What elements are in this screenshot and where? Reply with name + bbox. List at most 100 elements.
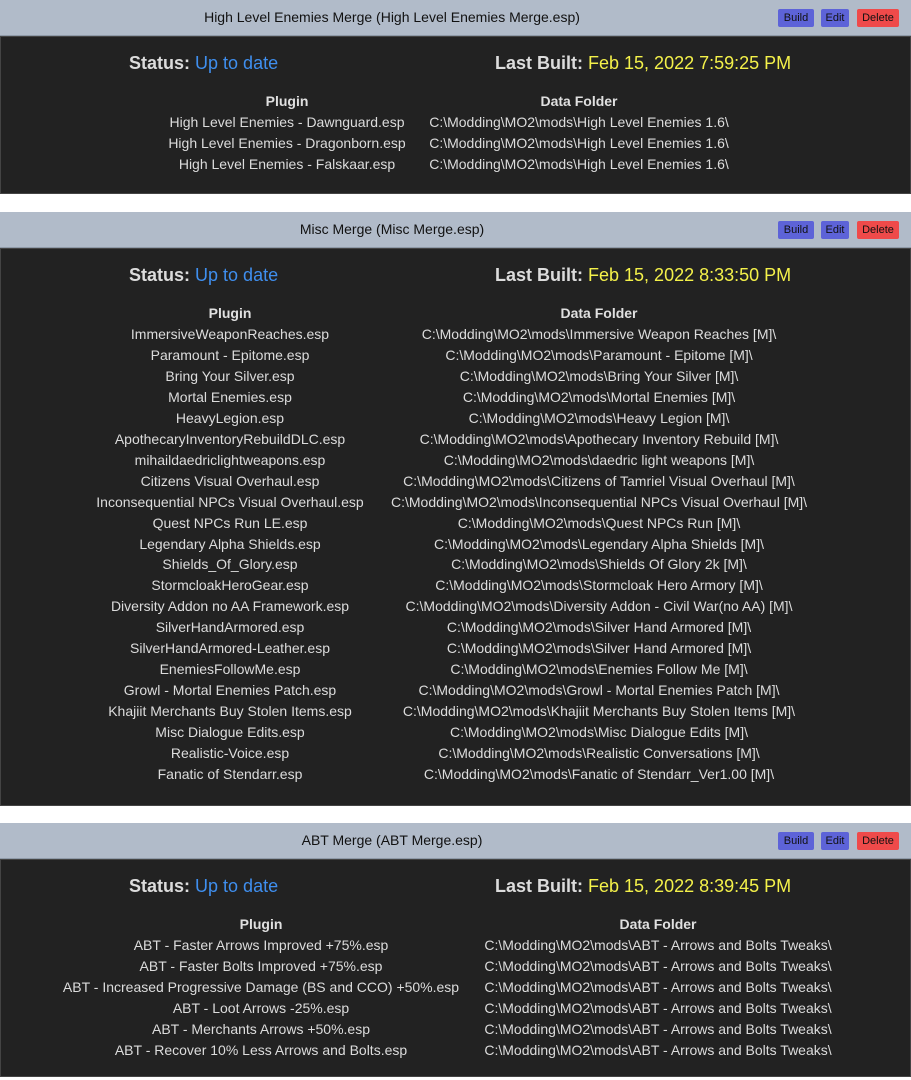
last-built-value: Feb 15, 2022 7:59:25 PM: [588, 53, 792, 73]
plugin-cell: High Level Enemies - Falskaar.esp: [178, 155, 396, 172]
merge-header: High Level Enemies Merge (High Level Ene…: [0, 0, 911, 36]
last-built-label: Last Built: Feb 15, 2022 7:59:25 PM: [495, 53, 791, 74]
data-folder-column-header: Data Folder: [619, 916, 697, 932]
merge-panel: ABT Merge (ABT Merge.esp) Build Edit Delete…: [0, 823, 911, 1077]
last-built-label-text: Last Built:: [495, 876, 583, 896]
plugin-column-header: Plugin: [265, 93, 309, 109]
status-value: Up to date: [195, 53, 279, 73]
data-folder-cell: C:\Modding\MO2\mods\Legendary Alpha Shie…: [434, 535, 764, 552]
data-folder-cell: C:\Modding\MO2\mods\ABT - Arrows and Bol…: [484, 1041, 832, 1058]
data-folder-cell: C:\Modding\MO2\mods\Growl - Mortal Enemi…: [418, 682, 780, 699]
plugin-cell: Shields_Of_Glory.esp: [162, 556, 298, 573]
plugin-cell: HeavyLegion.esp: [175, 409, 285, 426]
plugin-cell: Bring Your Silver.esp: [165, 367, 295, 384]
build-button[interactable]: Build: [778, 832, 814, 850]
status-value: Up to date: [195, 876, 279, 896]
data-folder-cell: C:\Modding\MO2\mods\Apothecary Inventory…: [419, 430, 779, 447]
edit-button[interactable]: Edit: [821, 832, 849, 850]
build-button[interactable]: Build: [778, 221, 814, 239]
plugin-cell: ABT - Faster Arrows Improved +75%.esp: [133, 937, 389, 953]
merge-title: High Level Enemies Merge (High Level Ene…: [204, 9, 580, 25]
data-folder-cell: C:\Modding\MO2\mods\Quest NPCs Run [M]\: [457, 514, 741, 531]
data-folder-cell: C:\Modding\MO2\mods\Inconsequential NPCs…: [390, 493, 808, 510]
plugin-cell: ApothecaryInventoryRebuildDLC.esp: [114, 430, 346, 447]
delete-button[interactable]: Delete: [857, 832, 899, 850]
status-label: Status: Up to date: [129, 876, 278, 897]
last-built-label-text: Last Built:: [495, 53, 583, 73]
delete-button[interactable]: Delete: [857, 9, 899, 27]
data-folder-cell: C:\Modding\MO2\mods\Diversity Addon - Ci…: [405, 598, 793, 615]
data-folder-cell: C:\Modding\MO2\mods\daedric light weapon…: [443, 451, 755, 468]
data-folder-cell: C:\Modding\MO2\mods\Mortal Enemies [M]\: [462, 388, 736, 405]
data-folder-column-header: Data Folder: [560, 305, 638, 321]
plugin-cell: ABT - Faster Bolts Improved +75%.esp: [139, 957, 383, 974]
data-folder-cell: C:\Modding\MO2\mods\Shields Of Glory 2k …: [451, 556, 747, 573]
plugin-cell: ABT - Merchants Arrows +50%.esp: [152, 1020, 370, 1037]
plugin-cell: SilverHandArmored.esp: [155, 619, 305, 636]
merge-panel: Misc Merge (Misc Merge.esp) Build Edit Dele…: [0, 212, 911, 806]
last-built-value: Feb 15, 2022 8:39:45 PM: [588, 876, 792, 896]
plugin-cell: ImmersiveWeaponReaches.esp: [130, 326, 330, 342]
data-folder-cell: C:\Modding\MO2\mods\Bring Your Silver [M…: [459, 367, 739, 384]
status-label-text: Status:: [129, 876, 191, 896]
edit-button[interactable]: Edit: [821, 9, 849, 27]
status-label-text: Status:: [129, 265, 191, 285]
plugin-cell: Fanatic of Stendarr.esp: [157, 765, 303, 782]
data-folder-cell: C:\Modding\MO2\mods\High Level Enemies 1…: [429, 114, 729, 130]
plugin-cell: EnemiesFollowMe.esp: [159, 661, 301, 678]
data-folder-cell: C:\Modding\MO2\mods\High Level Enemies 1…: [429, 155, 729, 172]
last-built-label: Last Built: Feb 15, 2022 8:39:45 PM: [495, 876, 791, 897]
data-folder-cell: C:\Modding\MO2\mods\Enemies Follow Me [M…: [450, 661, 748, 678]
plugin-cell: Diversity Addon no AA Framework.esp: [110, 598, 350, 615]
data-folder-cell: C:\Modding\MO2\mods\ABT - Arrows and Bol…: [484, 937, 832, 953]
data-folder-cell: C:\Modding\MO2\mods\Realistic Conversati…: [438, 745, 760, 761]
merge-details: Status: Up to date Last Built: Feb 15, 20…: [0, 859, 911, 1077]
data-folder-cell: C:\Modding\MO2\mods\Paramount - Epitome …: [445, 346, 753, 363]
plugin-cell: Realistic-Voice.esp: [170, 745, 290, 761]
plugin-cell: Inconsequential NPCs Visual Overhaul.esp: [96, 493, 364, 510]
status-label: Status: Up to date: [129, 53, 278, 74]
plugin-cell: Growl - Mortal Enemies Patch.esp: [123, 682, 337, 699]
data-folder-cell: C:\Modding\MO2\mods\Stormcloak Hero Armo…: [435, 577, 763, 594]
plugin-cell: ABT - Loot Arrows -25%.esp: [172, 999, 350, 1016]
plugin-cell: StormcloakHeroGear.esp: [151, 577, 309, 594]
plugin-cell: ABT - Recover 10% Less Arrows and Bolts.…: [114, 1041, 408, 1058]
status-value: Up to date: [195, 265, 279, 285]
plugin-cell: Khajiit Merchants Buy Stolen Items.esp: [108, 703, 352, 720]
data-folder-cell: C:\Modding\MO2\mods\ABT - Arrows and Bol…: [484, 999, 832, 1016]
last-built-value: Feb 15, 2022 8:33:50 PM: [588, 265, 792, 285]
plugin-cell: mihaildaedriclightweapons.esp: [134, 451, 326, 468]
data-folder-cell: C:\Modding\MO2\mods\Misc Dialogue Edits …: [450, 724, 748, 741]
data-folder-cell: C:\Modding\MO2\mods\Heavy Legion [M]\: [468, 409, 730, 426]
merge-panel: High Level Enemies Merge (High Level Ene…: [0, 0, 911, 194]
data-folder-cell: C:\Modding\MO2\mods\Silver Hand Armored …: [446, 619, 752, 636]
plugin-cell: ABT - Increased Progressive Damage (BS a…: [62, 978, 460, 995]
data-folder-cell: C:\Modding\MO2\mods\Khajiit Merchants Bu…: [402, 703, 796, 720]
plugin-cell: Citizens Visual Overhaul.esp: [140, 472, 320, 489]
plugin-column-header: Plugin: [239, 916, 283, 932]
last-built-label-text: Last Built:: [495, 265, 583, 285]
data-folder-cell: C:\Modding\MO2\mods\Fanatic of Stendarr_…: [423, 765, 775, 782]
data-folder-cell: C:\Modding\MO2\mods\High Level Enemies 1…: [429, 134, 729, 151]
plugin-cell: Legendary Alpha Shields.esp: [139, 535, 321, 552]
data-folder-column-header: Data Folder: [540, 93, 618, 109]
merge-header: ABT Merge (ABT Merge.esp) Build Edit Delete: [0, 823, 911, 859]
merge-title: Misc Merge (Misc Merge.esp): [299, 221, 485, 237]
data-folder-cell: C:\Modding\MO2\mods\ABT - Arrows and Bol…: [484, 957, 832, 974]
data-folder-cell: C:\Modding\MO2\mods\ABT - Arrows and Bol…: [484, 978, 832, 995]
data-folder-cell: C:\Modding\MO2\mods\Immersive Weapon Rea…: [421, 326, 777, 342]
last-built-label: Last Built: Feb 15, 2022 8:33:50 PM: [495, 265, 791, 286]
plugin-column-header: Plugin: [208, 305, 252, 321]
plugin-cell: Quest NPCs Run LE.esp: [152, 514, 308, 531]
plugin-cell: High Level Enemies - Dragonborn.esp: [168, 134, 406, 151]
plugin-cell: SilverHandArmored-Leather.esp: [130, 640, 330, 657]
data-folder-cell: C:\Modding\MO2\mods\Citizens of Tamriel …: [403, 472, 795, 489]
plugin-cell: High Level Enemies - Dawnguard.esp: [169, 114, 405, 130]
status-label: Status: Up to date: [129, 265, 278, 286]
build-button[interactable]: Build: [778, 9, 814, 27]
merge-details: Status: Up to date Last Built: Feb 15, 20…: [0, 248, 911, 806]
plugin-cell: Misc Dialogue Edits.esp: [155, 724, 305, 741]
delete-button[interactable]: Delete: [857, 221, 899, 239]
data-folder-cell: C:\Modding\MO2\mods\ABT - Arrows and Bol…: [484, 1020, 832, 1037]
edit-button[interactable]: Edit: [821, 221, 849, 239]
